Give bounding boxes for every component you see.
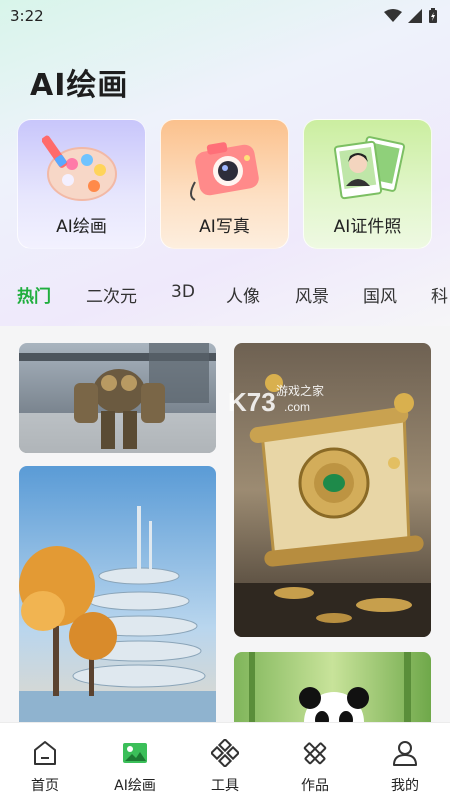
tab-scifi[interactable]: 科 xyxy=(431,282,448,307)
tools-icon xyxy=(211,739,239,767)
tab-chinese-style[interactable]: 国风 xyxy=(363,282,397,307)
tab-3d[interactable]: 3D xyxy=(171,282,195,302)
home-icon xyxy=(34,741,56,765)
watermark-domain: .com xyxy=(284,400,310,414)
robot-image xyxy=(19,343,216,453)
works-icon xyxy=(303,742,327,765)
status-icons xyxy=(384,8,438,24)
tab-hot[interactable]: 热门 xyxy=(17,282,51,307)
tab-anime[interactable]: 二次元 xyxy=(86,282,137,307)
page-title: AI绘画 xyxy=(30,68,129,103)
nav-home[interactable]: 首页 xyxy=(0,723,90,800)
nav-profile[interactable]: 我的 xyxy=(360,723,450,800)
profile-icon xyxy=(393,741,417,766)
gallery-grid xyxy=(0,326,450,724)
category-tabs: 热门 二次元 3D 人像 风景 国风 科 xyxy=(0,276,450,312)
watermark-brand: K73 xyxy=(228,387,276,417)
nav-ai-paint[interactable]: AI绘画 xyxy=(90,723,180,800)
nav-tools[interactable]: 工具 xyxy=(180,723,270,800)
panda-image xyxy=(234,652,431,724)
feature-card-ai-paint[interactable]: AI绘画 xyxy=(17,119,146,249)
feature-card-ai-portrait[interactable]: AI写真 xyxy=(160,119,289,249)
bottom-navigation: 首页 AI绘画 工具 作品 我的 xyxy=(0,722,450,800)
nav-label: AI绘画 xyxy=(114,778,156,794)
tab-landscape[interactable]: 风景 xyxy=(295,282,329,307)
feature-label: AI写真 xyxy=(199,217,250,237)
feature-label: AI证件照 xyxy=(333,217,402,237)
ai-paint-icon xyxy=(123,743,147,763)
feature-card-ai-id-photo[interactable]: AI证件照 xyxy=(303,119,432,249)
palette-icon xyxy=(42,135,117,201)
signal-icon xyxy=(408,9,422,23)
status-bar: 3:22 xyxy=(0,0,450,32)
gallery-item-building[interactable] xyxy=(19,466,216,724)
camera-icon xyxy=(190,142,259,201)
battery-icon xyxy=(429,8,437,23)
id-photo-icon xyxy=(333,136,406,200)
nav-label: 首页 xyxy=(31,778,59,794)
feature-label: AI绘画 xyxy=(56,217,107,237)
nav-label: 我的 xyxy=(391,778,419,794)
watermark-logo: K73 游戏之家 .com xyxy=(228,383,324,417)
wifi-icon xyxy=(384,9,402,22)
gallery-item-panda[interactable] xyxy=(234,652,431,724)
watermark-text: 游戏之家 xyxy=(276,383,324,398)
tab-portrait[interactable]: 人像 xyxy=(226,282,260,307)
building-image xyxy=(19,466,216,724)
nav-label: 工具 xyxy=(211,778,239,794)
nav-label: 作品 xyxy=(301,778,329,794)
status-time: 3:22 xyxy=(10,7,44,25)
gallery-item-robot[interactable] xyxy=(19,343,216,453)
nav-works[interactable]: 作品 xyxy=(270,723,360,800)
